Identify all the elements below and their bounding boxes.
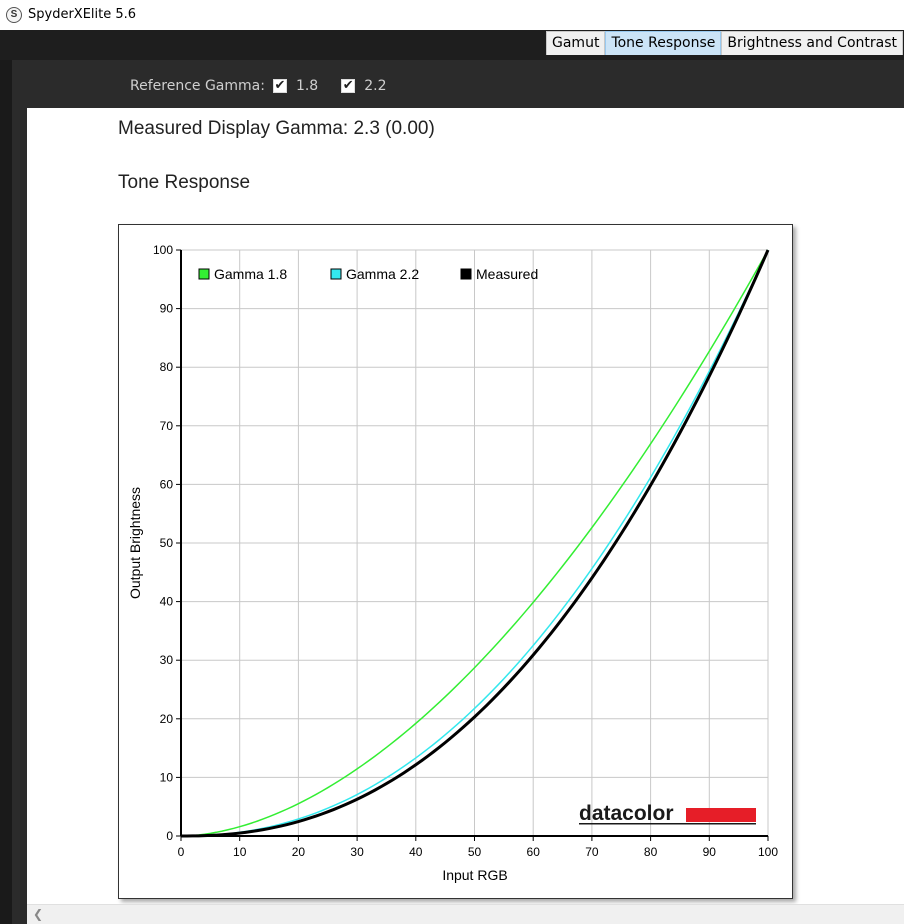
legend-label: Gamma 1.8: [214, 266, 287, 282]
measured-gamma-heading: Measured Display Gamma: 2.3 (0.00): [118, 118, 435, 139]
x-tick-label: 20: [292, 845, 306, 859]
x-tick-label: 30: [350, 845, 364, 859]
y-tick-label: 70: [160, 419, 174, 433]
tone-response-heading: Tone Response: [118, 172, 251, 193]
datacolor-logo: datacolor: [579, 802, 756, 825]
scroll-left-icon[interactable]: ❮: [33, 907, 43, 921]
app-logo-icon: S: [6, 7, 22, 23]
x-tick-label: 100: [758, 845, 778, 859]
legend-label: Gamma 2.2: [346, 266, 419, 282]
y-tick-label: 80: [160, 360, 174, 374]
chart-canvas: 0 10 20 30 40 50 60 70 80 90 100 0 10 20 30 40 50 60 70 80 9…: [127, 243, 778, 883]
horizontal-scrollbar[interactable]: ❮: [27, 904, 904, 924]
tab-bar: Gamut Tone Response Brightness and Contr…: [546, 31, 903, 55]
panel-edge: [12, 108, 27, 924]
gamma-2-2-checkbox[interactable]: ✔: [341, 79, 356, 93]
reference-gamma-controls: Reference Gamma: ✔ 1.8 ✔ 2.2: [130, 78, 409, 94]
tab-tone-response[interactable]: Tone Response: [605, 31, 722, 55]
y-tick-label: 90: [160, 302, 174, 316]
legend-swatch: [460, 268, 472, 280]
legend-swatch: [330, 268, 342, 280]
y-tick-label: 0: [166, 829, 173, 843]
y-tick-label: 30: [160, 653, 174, 667]
tone-response-chart: 0 10 20 30 40 50 60 70 80 90 100 0 10 20 30 40 50 60 70 80 9…: [118, 224, 793, 899]
datacolor-logo-text: datacolor: [579, 802, 674, 825]
x-tick-label: 0: [178, 845, 185, 859]
gamma-1-8-checkbox[interactable]: ✔: [272, 79, 287, 93]
x-tick-label: 70: [585, 845, 599, 859]
x-tick-label: 80: [644, 845, 658, 859]
y-tick-label: 20: [160, 712, 174, 726]
x-tick-label: 50: [468, 845, 482, 859]
title-bar: S SpyderXElite 5.6: [0, 0, 904, 30]
legend-swatch: [198, 268, 210, 280]
gamma-2-2-label: 2.2: [364, 78, 387, 94]
x-tick-label: 90: [703, 845, 717, 859]
window-title: SpyderXElite 5.6: [28, 7, 137, 22]
y-tick-label: 60: [160, 477, 174, 491]
x-tick-label: 10: [233, 845, 247, 859]
y-tick-label: 50: [160, 536, 174, 550]
y-tick-label: 40: [160, 595, 174, 609]
tab-gamut[interactable]: Gamut: [546, 31, 606, 55]
legend-label: Measured: [476, 266, 538, 282]
y-tick-label: 100: [153, 243, 173, 257]
tab-brightness-contrast[interactable]: Brightness and Contrast: [721, 31, 903, 55]
reference-gamma-label: Reference Gamma:: [130, 78, 265, 94]
x-tick-label: 60: [527, 845, 541, 859]
left-gutter: [0, 60, 12, 924]
x-axis-label: Input RGB: [442, 867, 507, 883]
y-tick-label: 10: [160, 770, 174, 784]
y-axis-label: Output Brightness: [127, 487, 143, 599]
gamma-1-8-label: 1.8: [295, 78, 319, 94]
x-tick-label: 40: [409, 845, 423, 859]
